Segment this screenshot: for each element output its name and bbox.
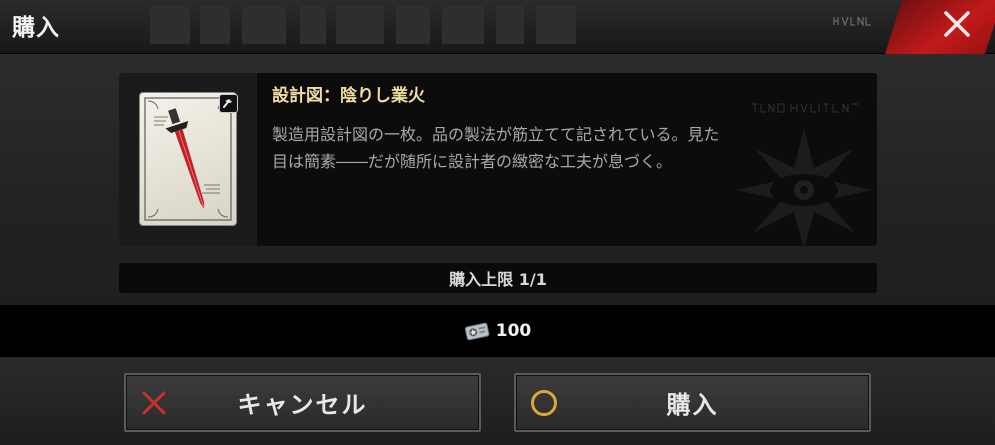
purchase-limit-bar: 購入上限 1/1 bbox=[119, 263, 877, 293]
dialog-title: 購入 bbox=[12, 15, 60, 41]
close-icon bbox=[944, 11, 970, 37]
title-rune-decoration bbox=[833, 16, 875, 29]
buy-button[interactable]: 購入 bbox=[514, 373, 871, 432]
panel-rune-decoration bbox=[751, 103, 861, 116]
close-button[interactable] bbox=[935, 6, 979, 42]
cancel-button[interactable]: キャンセル bbox=[124, 373, 481, 432]
purchase-limit-text: 購入上限 1/1 bbox=[449, 270, 547, 289]
ticket-icon bbox=[464, 322, 490, 341]
title-background-decoration bbox=[150, 0, 630, 61]
item-name: 設計図：陰りし業火 bbox=[272, 86, 425, 106]
item-description-line-1: 製造用設計図の一枚。品の製法が筋立てて記されている。見た bbox=[272, 125, 720, 144]
hammer-icon bbox=[219, 94, 238, 113]
button-bar: キャンセル 購入 bbox=[0, 357, 995, 445]
price-bar: 100 bbox=[0, 305, 995, 357]
item-description-line-2: 目は簡素――だが随所に設計者の緻密な工夫が息づく。 bbox=[272, 152, 673, 171]
purchase-content: 設計図：陰りし業火 製造用設計図の一枚。品の製法が筋立てて記されている。見た 目… bbox=[0, 54, 995, 305]
item-description: 製造用設計図の一枚。品の製法が筋立てて記されている。見た 目は簡素――だが随所に… bbox=[272, 121, 842, 175]
title-bar: 購入 bbox=[0, 0, 995, 54]
item-detail-panel: 設計図：陰りし業火 製造用設計図の一枚。品の製法が筋立てて記されている。見た 目… bbox=[119, 73, 877, 246]
item-thumbnail-area bbox=[119, 73, 257, 246]
price-value: 100 bbox=[495, 321, 532, 341]
buy-button-label: 購入 bbox=[666, 391, 719, 419]
cancel-button-label: キャンセル bbox=[237, 391, 368, 419]
